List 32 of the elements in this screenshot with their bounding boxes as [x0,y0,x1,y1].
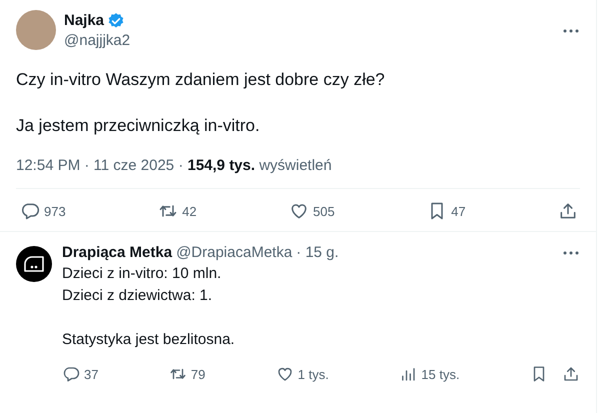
reply-text: Dzieci z dziewictwa: 1. [62,286,214,306]
tweet-text: Czy in-vitro Waszym zdaniem jest dobre czy złe? [16,69,386,91]
reply-icon [20,201,40,221]
tweet-meta: 12:54 PM · 11 cze 2025 · 154,9 tys. wyświetleń [16,157,580,189]
bookmark-button[interactable]: 47 [427,201,466,221]
reply-button[interactable]: 973 [20,201,66,221]
author-handle[interactable]: @najjjka2 [64,32,554,48]
reply-button[interactable]: 37 [62,365,98,383]
reply-text: Dzieci z in-vitro: 10 mln. [62,264,222,284]
share-icon [562,365,580,383]
reply-text: Statystyka jest bezlitosna. [62,330,236,350]
author-name[interactable]: Najka [64,12,104,29]
author-handle[interactable]: @DrapiacaMetka [176,244,292,261]
heart-icon [288,201,309,221]
share-button[interactable] [562,365,580,383]
like-button[interactable]: 1 tys. [276,365,329,383]
tweet-text: Ja jestem przeciwniczką in-vitro. [16,115,261,137]
reply-icon [62,365,80,383]
post-time[interactable]: · 15 g. [296,244,339,261]
more-icon[interactable] [562,250,580,256]
repost-button[interactable]: 79 [168,365,206,383]
author-name[interactable]: Drapiąca Metka [62,244,172,261]
views-button[interactable]: 15 tys. [399,365,460,383]
share-icon [558,201,578,221]
repost-button[interactable]: 42 [158,201,197,221]
heart-icon [276,365,294,383]
bar-chart-icon [399,365,418,383]
avatar[interactable] [16,246,52,282]
more-icon[interactable] [562,28,580,34]
like-button[interactable]: 505 [288,201,335,221]
iron-icon [23,255,45,273]
share-button[interactable] [558,201,578,221]
